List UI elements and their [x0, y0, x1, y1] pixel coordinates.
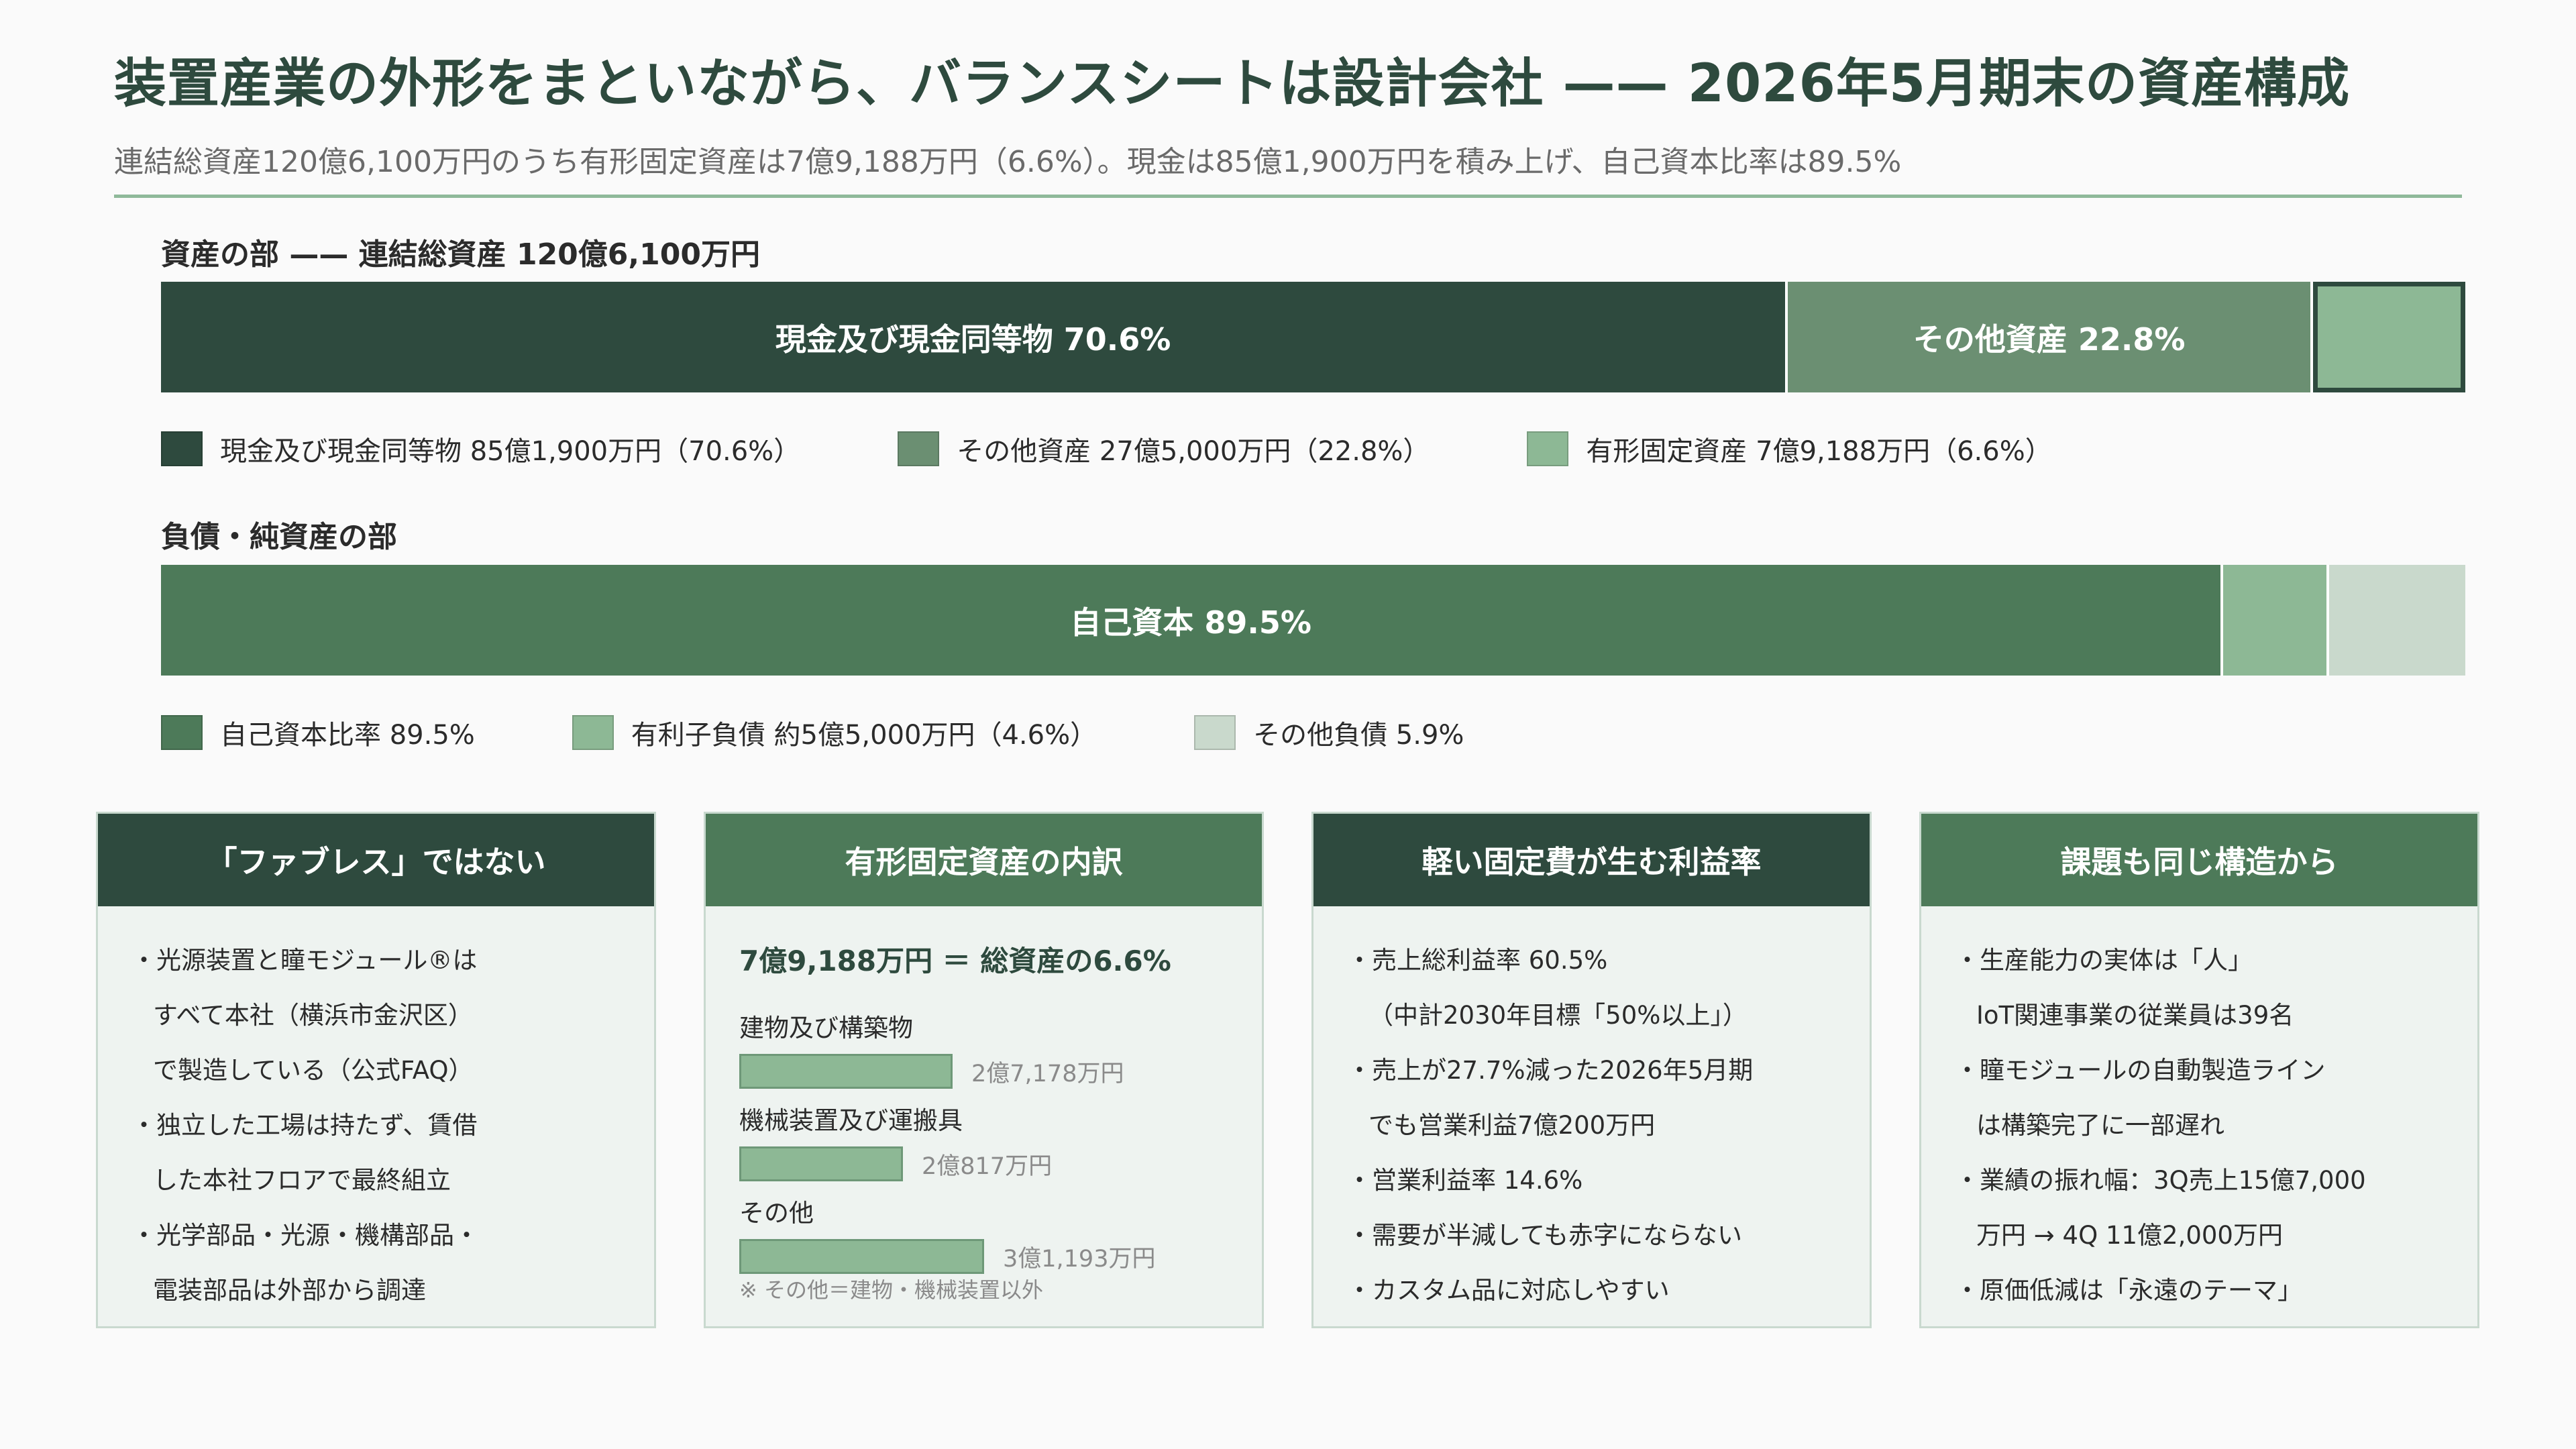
card-header-issues-same-structure: 課題も同じ構造から	[1921, 814, 2477, 906]
margin-line-7: ・カスタム品に対応しやすい	[1347, 1276, 1670, 1305]
breakdown-bar	[739, 1239, 984, 1274]
title-divider	[114, 195, 2462, 198]
card-body-issues-same-structure: ・生産能力の実体は「人」 IoT関連事業の従業員は39名・瞳モジュールの自動製造ラ…	[1921, 906, 2477, 1318]
issues-line-4: は構築完了に一部遅れ	[1976, 1111, 2224, 1140]
card-body-fixed-asset-breakdown: 7億9,188万円 ＝ 総資産の6.6% 建物及び構築物 2億7,178万円 機械装…	[706, 906, 1262, 1304]
margin-line-5: ・営業利益率 14.6%	[1347, 1166, 1583, 1195]
issues-line-7: ・原価低減は「永遠のテーマ」	[1955, 1276, 2302, 1305]
liabilities-stacked-bar: 自己資本 89.5%	[161, 565, 2465, 676]
card-header-light-fixed-cost-margin: 軽い固定費が生む利益率	[1313, 814, 1870, 906]
legend-label-other-assets: その他資産 27億5,000万円（22.8%）	[957, 436, 1430, 467]
liabilities-legend: 自己資本比率 89.5% 有利子負債 約5億5,000万円（4.6%） その他負…	[161, 713, 1561, 752]
card-header-not-fabless: 「ファブレス」ではない	[98, 814, 654, 906]
breakdown-row: 2億7,178万円	[739, 1042, 1228, 1100]
fixed-asset-total: 7億9,188万円 ＝ 総資産の6.6%	[739, 945, 1171, 977]
page-title: 装置産業の外形をまといながら、バランスシートは設計会社 —— 2026年5月期末…	[114, 54, 2351, 114]
card-title-fixed-asset-breakdown: 有形固定資産の内訳	[845, 844, 1123, 880]
card-body-not-fabless: ・光源装置と瞳モジュール®はすべて本社（横浜市金沢区） で製造している（公式FAQ…	[98, 906, 654, 1318]
legend-swatch-equity	[161, 715, 203, 750]
fabless-line-5: した本社フロアで最終組立	[153, 1166, 451, 1195]
breakdown-row: 2億817万円	[739, 1135, 1228, 1193]
legend-swatch-other-liabilities	[1194, 715, 1236, 750]
legend-item-other-assets: その他資産 27億5,000万円（22.8%）	[898, 429, 1430, 468]
bar-segment-other-assets: その他資産 22.8%	[1788, 282, 2314, 392]
issues-line-5: ・業績の振れ幅：3Q売上15億7,000	[1955, 1166, 2366, 1195]
card-fixed-asset-breakdown: 有形固定資産の内訳 7億9,188万円 ＝ 総資産の6.6% 建物及び構築物 2億…	[704, 812, 1264, 1328]
breakdown-bar-chart: 建物及び構築物 2億7,178万円 機械装置及び運搬具 2億817万円その他 3億1,1…	[739, 1008, 1228, 1285]
breakdown-value-label: 2億7,178万円	[971, 1060, 1124, 1087]
bar-segment-cash: 現金及び現金同等物 70.6%	[161, 282, 1788, 392]
card-title-not-fabless: 「ファブレス」ではない	[206, 844, 546, 880]
assets-legend: 現金及び現金同等物 85億1,900万円（70.6%） その他資産 27億5,0…	[161, 429, 2149, 468]
liabilities-section-label: 負債・純資産の部	[161, 520, 397, 554]
margin-line-2: （中計2030年目標「50%以上」）	[1368, 1001, 1748, 1030]
margin-line-1: ・売上総利益率 60.5%	[1347, 946, 1608, 975]
legend-item-cash: 現金及び現金同等物 85億1,900万円（70.6%）	[161, 429, 800, 468]
margin-line-6: ・需要が半減しても赤字にならない	[1347, 1221, 1743, 1250]
legend-item-equity: 自己資本比率 89.5%	[161, 713, 475, 752]
issues-line-2: IoT関連事業の従業員は39名	[1976, 1001, 2294, 1030]
card-light-fixed-cost-margin: 軽い固定費が生む利益率 ・売上総利益率 60.5% （中計2030年目標「50%以…	[1311, 812, 1872, 1328]
fabless-line-7: 電装部品は外部から調達	[153, 1276, 426, 1305]
legend-label-tangible-fixed-assets: 有形固定資産 7億9,188万円（6.6%）	[1586, 436, 2052, 467]
bar-label-other-assets: その他資産 22.8%	[1913, 321, 2186, 358]
bar-label-cash: 現金及び現金同等物 70.6%	[775, 321, 1171, 358]
card-title-light-fixed-cost-margin: 軽い固定費が生む利益率	[1421, 844, 1762, 880]
assets-section-label: 資産の部 —— 連結総資産 120億6,100万円	[161, 237, 760, 272]
card-body-light-fixed-cost-margin: ・売上総利益率 60.5% （中計2030年目標「50%以上」） ・売上が27.7%…	[1313, 906, 1870, 1318]
fabless-line-3: で製造している（公式FAQ）	[153, 1056, 474, 1085]
margin-line-3: ・売上が27.7%減った2026年5月期	[1347, 1056, 1754, 1085]
card-title-issues-same-structure: 課題も同じ構造から	[2060, 844, 2339, 880]
bar-segment-other-liabilities	[2329, 565, 2465, 676]
card-header-fixed-asset-breakdown: 有形固定資産の内訳	[706, 814, 1262, 906]
legend-label-interest-bearing-debt: 有利子負債 約5億5,000万円（4.6%）	[631, 720, 1097, 751]
card-not-fabless: 「ファブレス」ではない ・光源装置と瞳モジュール®はすべて本社（横浜市金沢区） で…	[96, 812, 656, 1328]
card-issues-same-structure: 課題も同じ構造から ・生産能力の実体は「人」 IoT関連事業の従業員は39名・瞳モ…	[1919, 812, 2479, 1328]
legend-label-equity: 自己資本比率 89.5%	[220, 720, 475, 751]
breakdown-value-label: 2億817万円	[922, 1152, 1053, 1180]
margin-line-4: でも営業利益7億200万円	[1368, 1111, 1656, 1140]
legend-item-other-liabilities: その他負債 5.9%	[1194, 713, 1464, 752]
issues-line-3: ・瞳モジュールの自動製造ライン	[1955, 1056, 2326, 1085]
assets-stacked-bar: 現金及び現金同等物 70.6% その他資産 22.8%	[161, 282, 2465, 392]
fabless-line-4: ・独立した工場は持たず、賃借	[131, 1111, 478, 1140]
breakdown-category-label: その他	[739, 1199, 814, 1228]
legend-item-tangible-fixed-assets: 有形固定資産 7億9,188万円（6.6%）	[1527, 429, 2052, 468]
fabless-line-2: すべて本社（横浜市金沢区）	[153, 1001, 473, 1030]
issues-line-6: 万円 → 4Q 11億2,000万円	[1976, 1221, 2283, 1250]
legend-item-interest-bearing-debt: 有利子負債 約5億5,000万円（4.6%）	[572, 713, 1097, 752]
breakdown-category-label: 建物及び構築物	[739, 1014, 913, 1042]
page-subtitle: 連結総資産120億6,100万円のうち有形固定資産は7億9,188万円（6.6%…	[114, 145, 1902, 179]
breakdown-category-label: 機械装置及び運搬具	[739, 1106, 963, 1135]
legend-swatch-other-assets	[898, 431, 940, 466]
issues-line-1: ・生産能力の実体は「人」	[1955, 946, 2253, 975]
legend-swatch-interest-bearing-debt	[572, 715, 614, 750]
breakdown-bar	[739, 1146, 903, 1181]
legend-label-cash: 現金及び現金同等物 85億1,900万円（70.6%）	[220, 436, 801, 467]
fabless-line-1: ・光源装置と瞳モジュール®は	[131, 946, 478, 975]
bar-segment-interest-bearing-debt	[2223, 565, 2330, 676]
breakdown-value-label: 3億1,193万円	[1003, 1245, 1156, 1273]
bar-segment-tangible-fixed-assets	[2313, 282, 2465, 392]
breakdown-bar	[739, 1054, 953, 1089]
legend-label-other-liabilities: その他負債 5.9%	[1253, 720, 1464, 751]
fabless-line-6: ・光学部品・光源・機構部品・	[131, 1221, 479, 1250]
legend-swatch-cash	[161, 431, 203, 466]
bar-segment-equity: 自己資本 89.5%	[161, 565, 2224, 676]
bar-label-equity: 自己資本 89.5%	[1070, 604, 1311, 641]
legend-swatch-tangible-fixed-assets	[1527, 431, 1569, 466]
breakdown-footnote: ※ その他＝建物・機械装置以外	[739, 1277, 1043, 1303]
